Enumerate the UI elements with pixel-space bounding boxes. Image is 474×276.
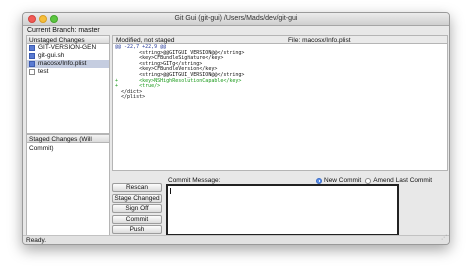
- push-button[interactable]: Push: [112, 225, 162, 234]
- title-bar: Git Gui (git-gui) /Users/Mads/dev/git-gu…: [23, 13, 449, 26]
- staged-changes-header: Staged Changes (Will Commit): [26, 134, 110, 152]
- stage-changed-button[interactable]: Stage Changed: [112, 193, 162, 203]
- diff-context-line: </plist>: [115, 94, 146, 101]
- modified-file-icon[interactable]: [29, 45, 35, 51]
- resize-grip-icon[interactable]: ⋰: [441, 234, 447, 243]
- diff-view[interactable]: @@ -22,7 +22,9 @@ <string>@@GITGUI_VERSI…: [112, 44, 448, 171]
- diff-header: Modified, not staged File: macosx/Info.p…: [112, 35, 448, 44]
- staged-file-list[interactable]: [26, 143, 110, 241]
- unstaged-file-item[interactable]: GIT-VERSION-GEN: [27, 44, 109, 52]
- status-text: Ready.: [26, 237, 47, 244]
- file-name: test: [38, 68, 49, 75]
- modified-file-icon[interactable]: [29, 53, 35, 59]
- new-commit-label[interactable]: New Commit: [324, 177, 361, 184]
- sign-off-button[interactable]: Sign Off: [112, 204, 162, 213]
- commit-area: Commit Message: New Commit Amend Last Co…: [112, 176, 448, 238]
- commit-button[interactable]: Commit: [112, 214, 162, 224]
- file-label: File:: [288, 37, 301, 44]
- new-commit-radio[interactable]: [316, 177, 322, 184]
- amend-commit-label[interactable]: Amend Last Commit: [373, 177, 432, 184]
- current-branch-label: Current Branch: master: [27, 27, 100, 34]
- commit-buttons: Rescan Stage Changed Sign Off Commit Pus…: [112, 183, 162, 236]
- text-caret: [170, 188, 171, 194]
- diff-status: Modified, not staged: [116, 37, 175, 44]
- status-bar: Ready. ⋰: [23, 235, 449, 244]
- commit-mode-options: New Commit Amend Last Commit: [312, 177, 432, 184]
- unstaged-file-item-selected[interactable]: macosx/Info.plist: [27, 60, 109, 68]
- commit-message-label: Commit Message:: [168, 177, 221, 184]
- unstaged-file-list[interactable]: GIT-VERSION-GEN git-gui.sh macosx/Info.p…: [26, 44, 110, 134]
- diff-file-path: File: macosx/Info.plist: [288, 36, 351, 45]
- changes-panel: Unstaged Changes GIT-VERSION-GEN git-gui…: [26, 35, 110, 241]
- git-gui-window: Git Gui (git-gui) /Users/Mads/dev/git-gu…: [22, 12, 450, 245]
- file-path: macosx/Info.plist: [302, 37, 351, 44]
- window-title: Git Gui (git-gui) /Users/Mads/dev/git-gu…: [174, 15, 298, 22]
- unstaged-changes-header: Unstaged Changes: [26, 35, 110, 44]
- file-name: git-gui.sh: [38, 52, 65, 59]
- file-name: macosx/Info.plist: [38, 60, 87, 67]
- amend-commit-radio[interactable]: [365, 177, 372, 184]
- unstaged-file-item[interactable]: test: [27, 68, 109, 76]
- file-name: GIT-VERSION-GEN: [38, 44, 97, 51]
- modified-file-icon[interactable]: [29, 61, 35, 67]
- diff-panel: Modified, not staged File: macosx/Info.p…: [112, 35, 448, 171]
- rescan-button[interactable]: Rescan: [112, 183, 162, 192]
- unstaged-file-item[interactable]: git-gui.sh: [27, 52, 109, 60]
- new-file-icon[interactable]: [29, 69, 35, 75]
- commit-message-input[interactable]: [166, 184, 399, 236]
